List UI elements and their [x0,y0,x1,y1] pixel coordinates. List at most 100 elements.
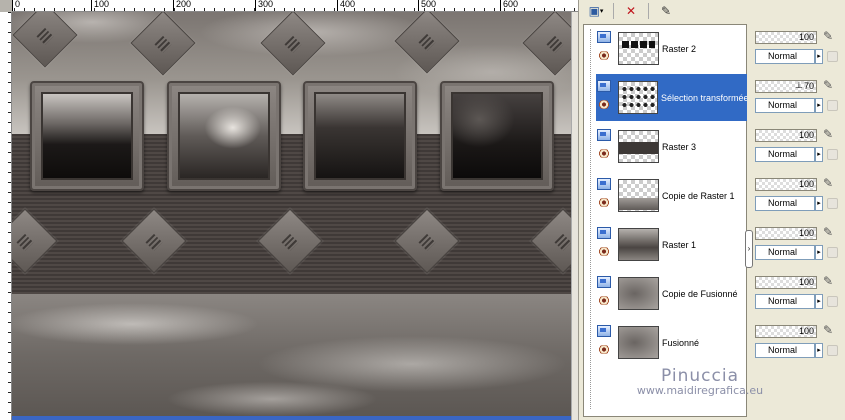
layer-row-raster-2[interactable]: Raster 2 [596,25,747,72]
layers-palette: ▣ ▾ ✕ ✎ Raster 2 Sélection transformée Ra… [578,0,845,420]
lock-icon[interactable] [827,247,838,258]
watermark-url: www.maidiregrafica.eu [636,384,764,397]
layer-row-raster-1[interactable]: Raster 1 [596,221,747,268]
ruler-tick: 400 [337,0,355,11]
blend-dropdown-arrow-icon[interactable]: ▸ [815,196,823,211]
brush-icon[interactable]: ✎ [823,274,833,288]
edit-selection-button[interactable]: ✎ [655,2,677,20]
brush-icon[interactable]: ✎ [823,127,833,141]
layers-toolbar: ▣ ▾ ✕ ✎ [579,0,845,22]
blend-mode-select[interactable]: Normal [755,245,815,260]
image-canvas-area[interactable]: 0 100 200 300 400 500 600 [0,0,578,420]
raster-layer-icon [597,80,611,92]
layer-name: Raster 1 [662,239,697,250]
layer-thumbnail [618,326,659,359]
layer-name: Copie de Fusionné [662,288,738,299]
dropdown-arrow-icon: ▾ [599,8,604,15]
ruler-tick: 100 [91,0,109,11]
layer-row-copie-de-raster-1[interactable]: Copie de Raster 1 [596,172,747,219]
toolbar-divider [613,3,614,19]
visibility-eye-icon[interactable] [597,198,611,207]
blend-mode-select[interactable]: Normal [755,98,815,113]
picture-frame [167,81,281,191]
lock-icon[interactable] [827,296,838,307]
blend-dropdown-arrow-icon[interactable]: ▸ [815,294,823,309]
opacity-slider[interactable]: 100 [755,178,817,191]
layer-controls: 100 ✎ Normal ▸ [755,319,845,366]
blend-mode-select[interactable]: Normal [755,343,815,358]
layer-thumbnail [618,228,659,261]
new-layer-icon: ▣ [588,4,600,18]
opacity-slider[interactable]: 100 [755,276,817,289]
brush-icon[interactable]: ✎ [823,323,833,337]
raster-layer-icon [597,227,611,239]
blend-dropdown-arrow-icon[interactable]: ▸ [815,245,823,260]
brush-icon[interactable]: ✎ [823,29,833,43]
vertical-ruler [0,12,12,420]
picture-frame [303,81,417,191]
toolbar-divider [648,3,649,19]
blend-mode-select[interactable]: Normal [755,147,815,162]
blend-dropdown-arrow-icon[interactable]: ▸ [815,98,823,113]
visibility-eye-icon[interactable] [597,51,611,60]
layer-name: Raster 2 [662,43,697,54]
new-layer-button[interactable]: ▣ ▾ [585,2,607,20]
layer-row-raster-3[interactable]: Raster 3 [596,123,747,170]
layer-controls: 70 ⊥ ✎ Normal ▸ [755,74,845,121]
layer-thumbnail [618,32,659,65]
brush-icon[interactable]: ✎ [823,176,833,190]
layer-row-fusionne[interactable]: Fusionné [596,319,747,366]
layer-row-copie-de-fusionne[interactable]: Copie de Fusionné [596,270,747,317]
delete-layer-button[interactable]: ✕ [620,2,642,20]
picture-frame [440,81,554,191]
layer-row-selection-transformee[interactable]: Sélection transformée [596,74,747,121]
layer-name: Raster 3 [662,141,697,152]
layer-name: Sélection transformée [661,92,747,103]
visibility-eye-icon[interactable] [597,149,611,158]
blend-mode-select[interactable]: Normal [755,49,815,64]
artwork-image[interactable] [12,12,571,416]
blend-mode-select[interactable]: Normal [755,196,815,211]
layer-name: Fusionné [662,337,700,348]
brush-icon[interactable]: ✎ [823,225,833,239]
ruler-tick: 600 [500,0,518,11]
tree-connector [590,29,591,409]
visibility-eye-icon[interactable] [597,296,611,305]
layer-controls: 100 ✎ Normal ▸ [755,172,845,219]
frame-image [314,92,406,180]
raster-layer-icon [597,178,611,190]
canvas-horizontal-scrollbar[interactable] [12,416,571,420]
layer-thumbnail [618,130,659,163]
opacity-slider[interactable]: 100 [755,129,817,142]
raster-layer-icon [597,129,611,141]
blend-dropdown-arrow-icon[interactable]: ▸ [815,147,823,162]
raster-layer-icon [597,31,611,43]
lock-icon[interactable] [827,149,838,160]
brush-icon[interactable]: ✎ [823,78,833,92]
layers-list[interactable]: Raster 2 Sélection transformée Raster 3 … [583,24,747,417]
lock-icon[interactable] [827,51,838,62]
blend-dropdown-arrow-icon[interactable]: ▸ [815,343,823,358]
watermark: Pinuccia www.maidiregrafica.eu [600,366,800,397]
visibility-eye-icon[interactable] [597,345,611,354]
opacity-slider[interactable]: 100 [755,227,817,240]
lock-icon[interactable] [827,100,838,111]
visibility-eye-icon[interactable] [597,100,611,109]
canvas-vertical-scrollbar[interactable] [571,12,578,420]
opacity-marker-icon: ⊥ [795,80,803,90]
lock-icon[interactable] [827,345,838,356]
visibility-eye-icon[interactable] [597,247,611,256]
ruler-tick: 200 [173,0,191,11]
opacity-slider[interactable]: 70 [755,80,817,93]
opacity-slider[interactable]: 100 [755,31,817,44]
layer-controls: 100 ✎ Normal ▸ [755,221,845,268]
palette-splitter-handle[interactable]: › [745,230,753,268]
opacity-slider[interactable]: 100 [755,325,817,338]
layer-controls: 100 ✎ Normal ▸ [755,123,845,170]
blend-mode-select[interactable]: Normal [755,294,815,309]
frame-image [451,92,543,180]
layer-thumbnail [618,277,659,310]
lock-icon[interactable] [827,198,838,209]
blend-dropdown-arrow-icon[interactable]: ▸ [815,49,823,64]
raster-layer-icon [597,325,611,337]
